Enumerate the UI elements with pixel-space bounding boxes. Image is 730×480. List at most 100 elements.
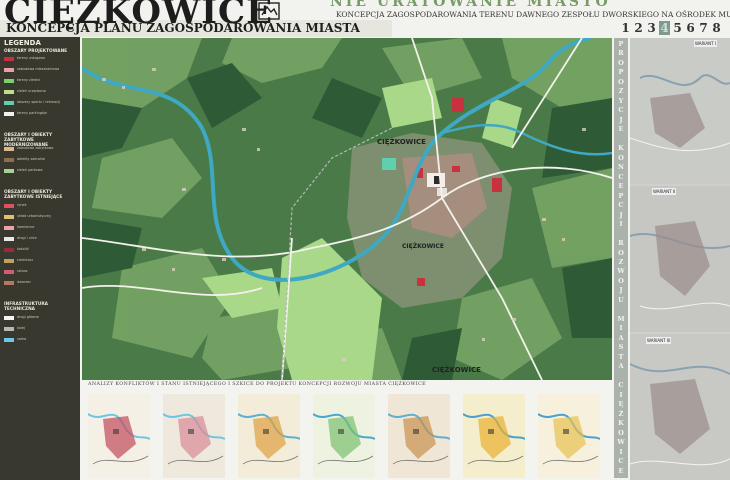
legend-row: zabudowa mieszkaniowa <box>4 67 77 74</box>
vertical-caption-letter: E <box>618 466 624 475</box>
legend-title: LEGENDA <box>4 39 41 47</box>
analysis-sketch-1[interactable] <box>88 394 150 478</box>
vertical-caption-letter: P <box>618 40 624 48</box>
vertical-caption-letter: O <box>618 276 624 285</box>
legend-label: obiekty sakralne <box>17 157 46 161</box>
vertical-caption-letter: E <box>618 125 624 134</box>
legend-row: ratusz <box>4 269 77 276</box>
analysis-sketch-5[interactable] <box>388 394 450 478</box>
vertical-caption-letter: A <box>618 362 624 371</box>
vertical-caption-letter: K <box>618 419 624 428</box>
legend-swatch <box>4 147 14 151</box>
page-number-4[interactable]: 4 <box>659 21 670 35</box>
legend-swatch <box>4 237 14 241</box>
vertical-caption-letter: J <box>619 115 623 124</box>
vertical-caption-letter: P <box>618 68 624 77</box>
page-number-7[interactable]: 7 <box>698 21 709 35</box>
vertical-caption-letter: O <box>618 153 624 162</box>
vertical-caption-letter: M <box>617 314 625 323</box>
main-map[interactable]: CIĘŻKOWICE CIĘŻKOWICE CIĘŻKOWICE <box>82 38 612 380</box>
legend-row: drogi główne <box>4 315 77 322</box>
vertical-caption-letter: I <box>619 447 623 456</box>
legend-row: obiekty sakralne <box>4 157 77 164</box>
page-number-1[interactable]: 1 <box>620 21 631 35</box>
vertical-caption-letter: U <box>618 295 624 304</box>
legend-row: kolej <box>4 326 77 333</box>
vertical-caption-letter: C <box>618 381 624 390</box>
analysis-sketch-6[interactable] <box>463 394 525 478</box>
legend-swatch <box>4 327 14 331</box>
variant-thumbnail-1[interactable] <box>630 38 730 184</box>
legend-section-title: INFRASTRUKTURA TECHNICZNA <box>4 302 48 312</box>
legend-swatch <box>4 68 14 72</box>
vertical-caption-letter: I <box>619 324 623 333</box>
vertical-caption-letter: O <box>618 428 624 437</box>
page-number-2[interactable]: 2 <box>633 21 644 35</box>
vertical-caption-letter: R <box>618 49 624 58</box>
page-number-3[interactable]: 3 <box>646 21 657 35</box>
vertical-caption-letter: A <box>618 333 624 342</box>
legend-row: tereny zieleni <box>4 78 77 85</box>
vertical-caption-letter: Y <box>618 96 624 105</box>
legend-label: zabudowa mieszkaniowa <box>17 67 60 71</box>
analysis-sketch-4[interactable] <box>313 394 375 478</box>
vertical-caption-letter: N <box>618 163 624 172</box>
vertical-caption-strip: PROPOZYCJE KONCEPCJI ROZWOJU MIASTA CIĘŻ… <box>614 38 628 478</box>
vertical-caption-letter: C <box>618 457 624 466</box>
legend-row: zieleń parkowa <box>4 168 77 175</box>
variant-label-1: WARIANT I <box>694 40 718 47</box>
vertical-caption-letter: W <box>617 438 625 447</box>
legend-row: zabudowa zabytkowa <box>4 146 77 153</box>
legend-label: drogi główne <box>17 315 39 319</box>
legend-row: zieleń urządzona <box>4 89 77 96</box>
page-number-6[interactable]: 6 <box>685 21 696 35</box>
legend-swatch <box>4 316 14 320</box>
legend-section-title: OBSZARY PROJEKTOWANE <box>4 49 68 54</box>
legend-label: rzeka <box>17 337 27 341</box>
legend-label: tereny usługowe <box>17 56 46 60</box>
legend-label: obszary sportu i rekreacji <box>17 100 60 104</box>
legend-label: zieleń parkowa <box>17 168 43 172</box>
vertical-caption-letter: O <box>618 77 624 86</box>
legend-label: kamienice <box>17 225 35 229</box>
legend-swatch <box>4 270 14 274</box>
page-number-8[interactable]: 8 <box>711 21 722 35</box>
legend-label: zieleń urządzona <box>17 89 46 93</box>
vertical-caption-letter: C <box>618 172 624 181</box>
legend-row: rynek <box>4 203 77 210</box>
legend-row: tereny usługowe <box>4 56 77 63</box>
vertical-caption-letter: Z <box>618 87 624 96</box>
legend-swatch <box>4 169 14 173</box>
vertical-caption-letter: E <box>618 182 624 191</box>
analysis-sketch-7[interactable] <box>538 394 600 478</box>
map-label-center: CIĘŻKOWICE <box>377 137 426 146</box>
legend-label: rynek <box>17 203 27 207</box>
vertical-caption-letter: Ę <box>618 400 624 409</box>
legend-label: zabudowa zabytkowa <box>17 146 54 150</box>
legend-row: tereny parkingów <box>4 111 77 118</box>
variant-thumbnail-3[interactable] <box>630 334 730 480</box>
analysis-sketch-2[interactable] <box>163 394 225 478</box>
page-number-5[interactable]: 5 <box>672 21 683 35</box>
variant-thumbnail-2[interactable] <box>630 186 730 332</box>
legend-swatch <box>4 90 14 94</box>
vertical-caption-letter: T <box>618 352 624 361</box>
vertical-caption-letter: I <box>619 220 623 229</box>
legend-row: drogi i ulice <box>4 236 77 243</box>
legend-row: rzeka <box>4 337 77 344</box>
vertical-caption-letter: S <box>618 343 624 352</box>
analysis-sketch-3[interactable] <box>238 394 300 478</box>
vertical-caption-letter: Z <box>618 258 624 266</box>
legend-swatch <box>4 338 14 342</box>
variants-panel: WARIANT I WARIANT II WARIANT III <box>630 38 730 480</box>
legend-label: drogi i ulice <box>17 236 37 240</box>
legend-row: układ urbanistyczny <box>4 214 77 221</box>
vertical-caption-letter: K <box>618 144 624 153</box>
vertical-caption-letter: C <box>618 201 624 210</box>
legend-swatch <box>4 101 14 105</box>
legend-label: tereny zieleni <box>17 78 40 82</box>
map-label-south: CIĘŻKOWICE <box>402 243 444 250</box>
legend-swatch <box>4 259 14 263</box>
legend-swatch <box>4 112 14 116</box>
legend-row: cmentarz <box>4 258 77 265</box>
